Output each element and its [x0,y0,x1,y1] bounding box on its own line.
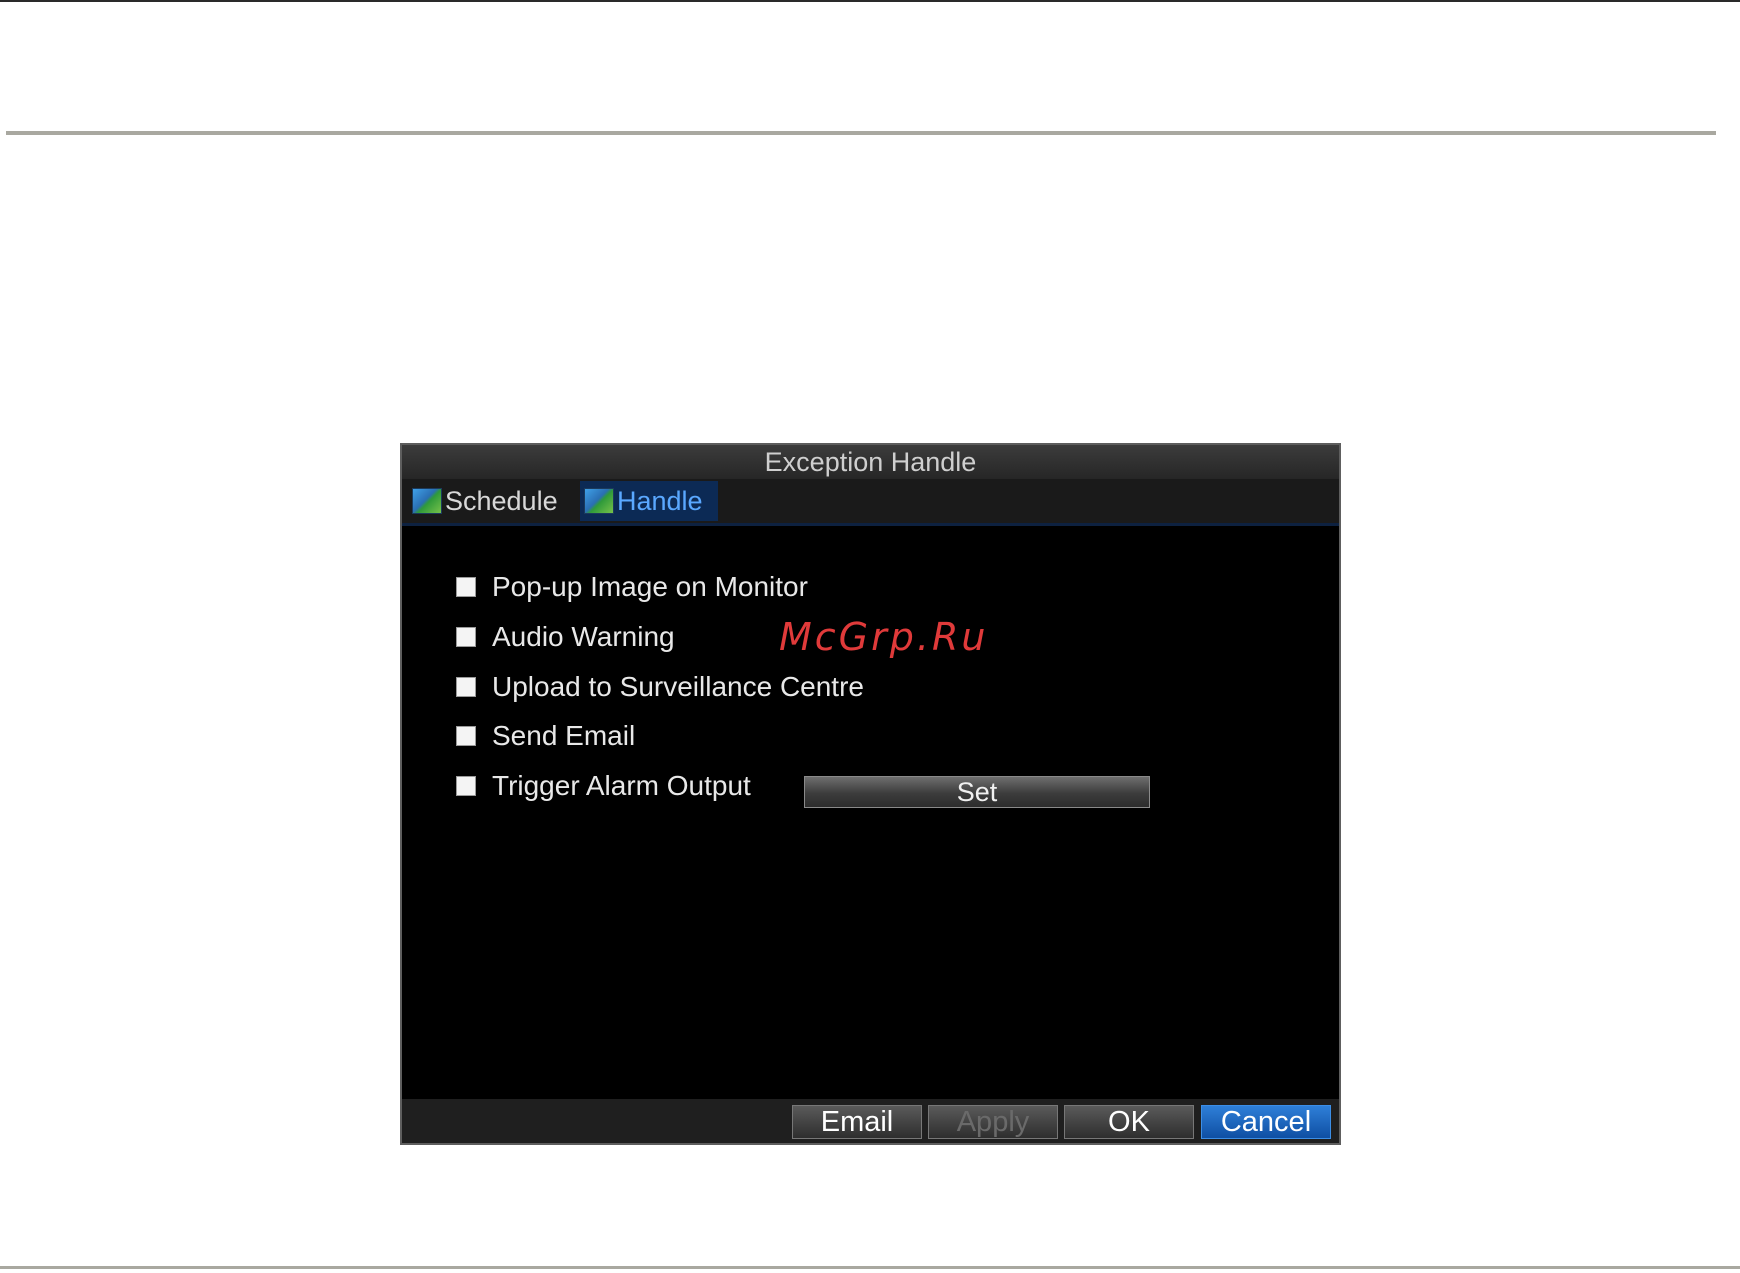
send-email-checkbox[interactable] [456,726,476,746]
tab-schedule[interactable]: Schedule [408,481,576,521]
trigger-alarm-checkbox[interactable] [456,776,476,796]
option-label: Audio Warning [492,621,675,652]
apply-button[interactable]: Apply [928,1105,1058,1139]
tab-bar: Schedule Handle [402,479,1339,526]
tab-handle[interactable]: Handle [580,481,718,521]
popup-image-checkbox[interactable] [456,577,476,597]
audio-warning-checkbox[interactable] [456,627,476,647]
image-icon [584,488,614,514]
option-label: Upload to Surveillance Centre [492,671,864,702]
footer-divider [0,1266,1740,1269]
image-icon [412,488,442,514]
option-audio-warning: Audio Warning [456,619,675,655]
set-button[interactable]: Set [804,776,1150,808]
dialog-footer: Email Apply OK Cancel [402,1099,1339,1143]
top-rule [0,0,1740,2]
email-button[interactable]: Email [792,1105,922,1139]
option-popup-image: Pop-up Image on Monitor [456,569,808,605]
tab-handle-label: Handle [617,485,703,516]
option-label: Trigger Alarm Output [492,770,751,801]
ok-button[interactable]: OK [1064,1105,1194,1139]
watermark: McGrp.Ru [779,615,989,659]
header-divider [6,131,1716,135]
option-label: Send Email [492,720,636,751]
upload-surveillance-checkbox[interactable] [456,677,476,697]
option-upload-surveillance: Upload to Surveillance Centre [456,669,864,705]
dialog-title: Exception Handle [402,445,1339,479]
cancel-button[interactable]: Cancel [1201,1105,1331,1139]
option-trigger-alarm: Trigger Alarm Output [456,768,751,804]
page: Exception Handle Schedule Handle Pop-up … [0,0,1740,1273]
exception-handle-dialog: Exception Handle Schedule Handle Pop-up … [400,443,1341,1145]
option-send-email: Send Email [456,718,635,754]
tab-schedule-label: Schedule [445,485,558,516]
option-label: Pop-up Image on Monitor [492,571,808,602]
